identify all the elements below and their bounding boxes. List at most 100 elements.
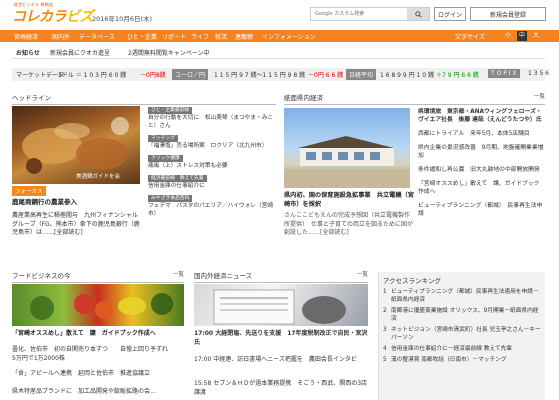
ranking-number: 3 [383, 327, 387, 333]
food-item[interactable]: 「食」アピールへ連携 延岡と佐伯市 推進協議立 [12, 370, 184, 379]
font-size-medium[interactable]: 中 [517, 31, 527, 41]
side-news-item[interactable]: 経済最前線 教えて先輩 信用金庫の仕事紹介に [148, 174, 276, 190]
notice-item[interactable]: 新規会員にクオカ進呈 [50, 48, 110, 57]
headline-article-body[interactable]: 農産業高再生に積極閲与 九州フィナンシャルグループ（FG、熊本市）傘下の鹿児島銀… [12, 212, 142, 238]
nav-item-job[interactable]: 就活 [215, 32, 227, 41]
food-item[interactable]: 「宮崎オススめし」散えて 譲 ガイドブック作成へ [12, 330, 184, 339]
nav-item-domestic[interactable]: 国内外 [52, 32, 70, 41]
food-item[interactable]: 県木特産品ブランドに 加工品開発や飲販拡路の会… [12, 388, 184, 397]
current-date: 2016年10月6日(木) [92, 15, 153, 23]
nav-item-info[interactable]: インフォメーション [262, 32, 316, 41]
nikkei-tag: 日経平均 [346, 69, 377, 80]
notice-item[interactable]: 2週間無料閲覧キャンペーン中 [128, 48, 210, 57]
food-photo[interactable] [12, 284, 184, 326]
headline-article-title[interactable]: 鹿尾商鋼行の農業参入 [12, 198, 142, 207]
nav-item-people[interactable]: ひと・企業 [127, 32, 157, 41]
side-news-category: ひと・企業最前線 [148, 107, 193, 114]
side-news-item[interactable]: みやざき食品百科 フェデマ パスタのパエリア／ハイウォレ（宮崎市） [148, 194, 276, 218]
side-news-category: マッチング [148, 135, 178, 142]
ranking-item[interactable]: 3 ネットビジョン（宮崎市清武町）社長 兒玉亭之さん－キーパーソン [383, 326, 541, 342]
headline-title: ヘッドライン [12, 92, 276, 105]
register-button[interactable]: 新規会員登録 [470, 7, 546, 21]
nikkei-change: ＋7 9 円 6 6 銭 [436, 72, 479, 79]
main-nav: 宮崎経済 国内外 データベース ひと・企業 リポート ライフ 就活 連載物 イン… [0, 30, 559, 42]
food-more-link[interactable]: 一覧 [173, 270, 184, 278]
intl-news-item[interactable]: 15:58 セブン＆ＨＤが過本業務提携 そごう・西武、関西の3店譲渡 [194, 380, 368, 397]
food-item[interactable]: 曇化、佐伯市 初の自関売り本ずつ 5万円で1万2000株 [12, 346, 116, 363]
local-feature-title[interactable]: 県内初、国の保育施設急拡事業 共立電機（宮崎市）を採択 [284, 192, 414, 209]
ranking-number: 5 [383, 357, 387, 363]
local-feature-photo[interactable] [284, 108, 410, 188]
side-news-text: 自分の行動を大切に 松山美琴（まつやま・みこと）さん [148, 115, 274, 129]
headline-photo[interactable]: 美酒鍋ガイドを会 [12, 106, 140, 184]
side-news-text: 「福澤塩」売る場所案 ロクリア（北九州市） [148, 143, 268, 149]
side-news-list: ひと・企業最前線 自分の行動を大切に 松山美琴（まつやま・みこと）さん マッチン… [148, 106, 276, 222]
site-logo[interactable]: コレカラ ビズ [12, 7, 94, 25]
ranking-item[interactable]: 5 漢の整漠賞 南都牧話（日南市）－マッチング [383, 356, 541, 364]
local-news-item[interactable]: 条件緩和し再公募 旧大丸跡地の中部開放開発 [418, 166, 545, 174]
login-button[interactable]: ログイン [434, 7, 466, 21]
notice-bar: お知らせ 新規会員にクオカ進呈 2週間無料閲覧キャンペーン中 [12, 46, 545, 59]
side-news-category: みやざき食品百科 [148, 195, 193, 202]
euro-tag: ユーロ／円 [172, 69, 209, 80]
access-ranking: アクセスランキング 1 ビューティプランニング（都城）民事再生法適用を申請－紙面県… [378, 272, 545, 400]
side-news-item[interactable]: ひと・企業最前線 自分の行動を大切に 松山美琴（まつやま・みこと）さん [148, 106, 276, 130]
market-ticker: マーケットデータ 1ドル ＝ 1 0 3 円 6 0 銭 －0円8銭 ユーロ／円… [12, 68, 549, 81]
food-item[interactable]: 自慢上回り予ずれ [120, 346, 186, 355]
nav-item-life[interactable]: ライフ [191, 32, 209, 41]
nav-item-report[interactable]: リポート [162, 32, 186, 41]
side-news-text: フェデマ パスタのパエリア／ハイウォレ（宮崎市） [148, 203, 274, 217]
search-box [310, 7, 430, 21]
search-button[interactable] [407, 8, 429, 20]
search-icon [414, 10, 422, 18]
side-news-item[interactable]: クリック健康 痛風（上）ストレス対策も必要 [148, 154, 276, 170]
headline-section: ヘッドライン [12, 92, 276, 105]
local-more-link[interactable]: 一覧 [534, 92, 545, 100]
food-section-title: フードビジネスの今 [12, 270, 184, 283]
search-input[interactable] [311, 8, 407, 20]
logo-text-part1: コレカラ [12, 8, 67, 25]
local-news-item[interactable]: 「宮崎オススめし」散えて 譲、ガイドブック作成へ [418, 180, 545, 196]
local-news-item[interactable]: 県内企業の景況感改善 9月期、地盤確開業業増加 [418, 144, 545, 160]
dollar-rate: 1ドル ＝ 1 0 3 円 6 0 銭 [58, 72, 127, 79]
nav-item-series[interactable]: 連載物 [235, 32, 253, 41]
side-news-item[interactable]: マッチング 「福澤塩」売る場所案 ロクリア（北九州市） [148, 134, 276, 150]
ranking-text: ビューティプランニング（都城）民事再生法適用を申請－紙面県内経済 [391, 289, 539, 303]
font-size-label: 文字サイズ [455, 34, 485, 41]
local-economy-header: 紙面県内経済 一覧 [284, 92, 545, 105]
nav-item-miyazaki[interactable]: 宮崎経済 [14, 32, 38, 41]
ranking-text: 漢の整漠賞 南都牧話（日南市）－マッチング [391, 357, 507, 363]
ranking-number: 2 [383, 308, 387, 314]
intl-more-link[interactable]: 一覧 [357, 270, 368, 278]
local-news-item[interactable]: 県環境旅 東京都・ANAウィングフェローズ・ヴイエア社長 後藤 達哉（えんどうた… [418, 108, 545, 124]
newspaper-image [213, 289, 346, 325]
intl-section-title: 国内外経済ニュース [194, 270, 368, 283]
notice-label: お知らせ [16, 50, 40, 57]
local-feature-body[interactable]: さんここどもえんの完成予想図（共立電機製作所提供） 仕事と子育ての両立を図るため… [284, 212, 414, 238]
ranking-text: ネットビジョン（宮崎市清武町）社長 兒玉亭之さん－キーパーソン [391, 327, 541, 341]
nikkei-value: 1 6 8 9 9 円 1 0 銭 [380, 72, 434, 79]
intl-news-item[interactable]: 17:00 大経閉塩、先送りを支援 17年度税制改正で自民・宮沢氏 [194, 330, 368, 347]
ranking-item[interactable]: 4 信用金庫の仕事紹介に－経済最前線 教えて先輩 [383, 345, 541, 353]
euro-rate: 1 1 5 円 9 7 銭～1 1 5 円 9 8 銭 [214, 72, 306, 79]
local-news-item[interactable]: 西都にトライアル 来年5月、本体5店舗目 [418, 130, 545, 138]
euro-change: －0円 6 6 銭 [308, 72, 344, 79]
ranking-number: 4 [383, 346, 387, 352]
ranking-text: 南郷港に優盛蒸業施設 オリックス、9月開業－紙面県内経済 [391, 308, 539, 322]
ranking-item[interactable]: 2 南郷港に優盛蒸業施設 オリックス、9月開業－紙面県内経済 [383, 307, 541, 323]
local-news-item[interactable]: ビューティプランニング（都城） 民事再生法申請 [418, 202, 545, 218]
ranking-item[interactable]: 1 ビューティプランニング（都城）民事再生法適用を申請－紙面県内経済 [383, 288, 541, 304]
category-badge: フォーカス [12, 186, 46, 196]
photo-caption: 美酒鍋ガイドを会 [76, 174, 121, 180]
font-size-large[interactable]: 大 [531, 31, 541, 41]
intl-news-item[interactable]: 17:00 中経連、訪日書場へニーズ把握を 農田会長インタビ [194, 356, 368, 365]
ranking-number: 1 [383, 289, 387, 295]
dollar-change: －0円8銭 [140, 72, 166, 79]
local-news-list: 県環境旅 東京都・ANAウィングフェローズ・ヴイエア社長 後藤 達哉（えんどうた… [418, 108, 545, 218]
nav-item-database[interactable]: データベース [79, 32, 115, 41]
font-size-small[interactable]: 小 [503, 31, 513, 41]
side-news-category: 経済最前線 教えて先輩 [148, 175, 207, 182]
logo-text-part2: ビズ [66, 8, 94, 25]
vegetables-image [30, 293, 173, 320]
intl-photo[interactable] [194, 284, 368, 326]
